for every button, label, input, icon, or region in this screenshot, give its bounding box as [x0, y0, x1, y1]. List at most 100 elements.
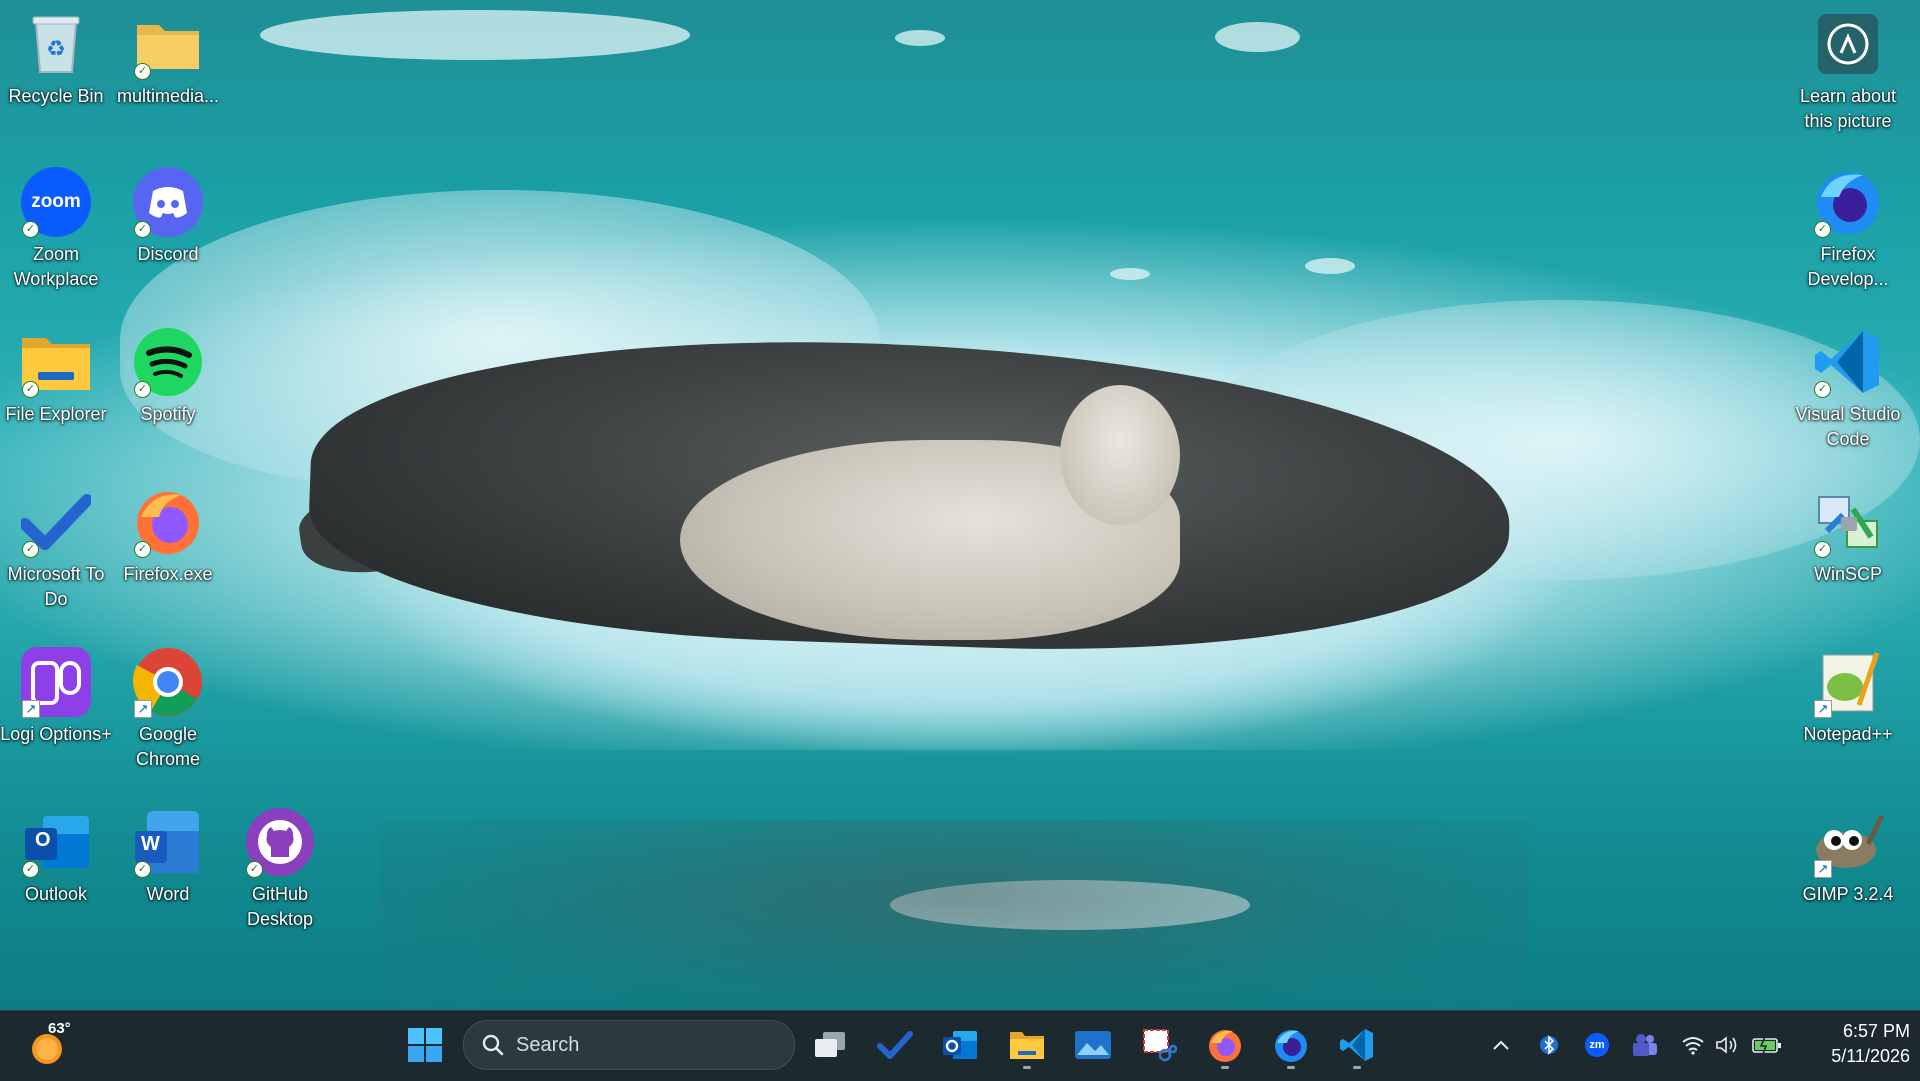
todo-icon: ✓ — [20, 486, 92, 558]
desktop-icon-github-desktop[interactable]: ✓ GitHub Desktop — [228, 806, 332, 932]
snipping-tool-icon — [1143, 1029, 1177, 1062]
windows-start-icon — [408, 1028, 442, 1062]
gimp-icon: ↗ — [1812, 806, 1884, 878]
clock-time: 6:57 PM — [1842, 1021, 1910, 1041]
sync-status-icon: ✓ — [22, 221, 39, 238]
desktop-icon-label: GitHub Desktop — [246, 884, 314, 929]
desktop-icon-firefox-exe[interactable]: ✓ Firefox.exe — [116, 486, 220, 587]
wifi-icon — [1682, 1037, 1704, 1055]
desktop-icon-notepadpp[interactable]: ↗ Notepad++ — [1796, 646, 1900, 747]
learn-picture-icon — [1812, 8, 1884, 80]
firefox-icon — [1209, 1030, 1241, 1062]
sync-status-icon: ✓ — [134, 63, 151, 80]
desktop-icon-recycle-bin[interactable]: ♻ Recycle Bin — [4, 8, 108, 109]
seal-reflection — [380, 820, 1530, 1010]
taskbar-task-view[interactable] — [805, 1020, 855, 1070]
weather-sun-icon — [32, 1034, 62, 1064]
sync-status-icon: ✓ — [134, 381, 151, 398]
shortcut-arrow-icon: ↗ — [22, 700, 40, 718]
firefox-developer-icon — [1275, 1030, 1307, 1062]
desktop-icon-label: Firefox Develop... — [1807, 244, 1889, 289]
firefox-icon: ✓ — [132, 486, 204, 558]
sync-status-icon: ✓ — [22, 541, 39, 558]
zoom-icon: zoom ✓ — [20, 166, 92, 238]
taskbar-clock[interactable]: 6:57 PM 5/11/2026 — [1790, 1019, 1910, 1069]
desktop-icon-label: Spotify — [140, 404, 196, 424]
file-explorer-icon — [1010, 1032, 1044, 1059]
shortcut-arrow-icon: ↗ — [134, 700, 152, 718]
desktop-icon-google-chrome[interactable]: ↗ Google Chrome — [116, 646, 220, 772]
taskbar-vscode[interactable] — [1332, 1020, 1382, 1070]
svg-text:♻: ♻ — [46, 37, 66, 62]
taskbar-photos[interactable] — [1068, 1020, 1118, 1070]
tray-zoom[interactable]: zm — [1582, 1030, 1612, 1060]
start-button[interactable] — [400, 1020, 450, 1070]
sync-status-icon: ✓ — [1814, 541, 1831, 558]
desktop-icon-learn-about-picture[interactable]: Learn about this picture — [1796, 8, 1900, 134]
shortcut-arrow-icon: ↗ — [1814, 860, 1832, 878]
desktop-icon-label: Discord — [137, 244, 199, 264]
search-placeholder: Search — [516, 1033, 580, 1056]
desktop-icon-multimedia-folder[interactable]: ✓ multimedia... — [116, 8, 220, 109]
seal-pup-head — [1060, 385, 1180, 525]
desktop-icon-label: Visual Studio Code — [1795, 404, 1901, 449]
ice-chunk — [1305, 258, 1355, 274]
sync-status-icon: ✓ — [22, 861, 39, 878]
taskbar-outlook[interactable] — [935, 1020, 985, 1070]
sync-status-icon: ✓ — [134, 221, 151, 238]
search-icon — [482, 1034, 504, 1056]
task-view-icon — [815, 1032, 845, 1057]
tray-teams[interactable] — [1630, 1030, 1660, 1060]
desktop-icon-file-explorer[interactable]: ✓ File Explorer — [4, 326, 108, 427]
taskbar-snipping-tool[interactable] — [1134, 1020, 1184, 1070]
tray-overflow-button[interactable] — [1486, 1030, 1516, 1060]
desktop-icon-vscode[interactable]: ✓ Visual Studio Code — [1796, 326, 1900, 452]
tray-battery[interactable] — [1752, 1030, 1782, 1060]
desktop-icon-word[interactable]: W ✓ Word — [116, 806, 220, 907]
weather-temperature: 63° — [48, 1020, 71, 1037]
desktop-icon-gimp[interactable]: ↗ GIMP 3.2.4 — [1796, 806, 1900, 907]
desktop-icon-microsoft-todo[interactable]: ✓ Microsoft To Do — [4, 486, 108, 612]
zoom-icon: zm — [1585, 1033, 1609, 1057]
tray-bluetooth[interactable] — [1534, 1030, 1564, 1060]
desktop-icon-label: GIMP 3.2.4 — [1802, 884, 1894, 904]
desktop-icon-spotify[interactable]: ✓ Spotify — [116, 326, 220, 427]
recycle-bin-icon: ♻ — [20, 8, 92, 80]
taskbar-firefox-developer[interactable] — [1266, 1020, 1316, 1070]
notepadpp-icon: ↗ — [1812, 646, 1884, 718]
desktop-icon-winscp[interactable]: ✓ WinSCP — [1796, 486, 1900, 587]
chrome-icon: ↗ — [132, 646, 204, 718]
desktop-icon-discord[interactable]: ✓ Discord — [116, 166, 220, 267]
desktop-icon-zoom[interactable]: zoom ✓ Zoom Workplace — [4, 166, 108, 292]
tray-volume[interactable] — [1712, 1030, 1742, 1060]
taskbar-firefox[interactable] — [1200, 1020, 1250, 1070]
spotify-icon: ✓ — [132, 326, 204, 398]
chevron-up-icon — [1493, 1040, 1509, 1050]
ice-chunk — [1110, 268, 1150, 280]
desktop-icon-logi-options[interactable]: ↗ Logi Options+ — [0, 646, 112, 747]
ice-chunk — [260, 10, 690, 60]
firefox-developer-icon: ✓ — [1812, 166, 1884, 238]
sync-status-icon: ✓ — [134, 541, 151, 558]
taskbar-search-box[interactable]: Search — [463, 1020, 795, 1070]
desktop-icon-label: Notepad++ — [1803, 724, 1893, 744]
vscode-icon: ✓ — [1812, 326, 1884, 398]
folder-icon: ✓ — [132, 8, 204, 80]
desktop-icon-label: Microsoft To Do — [7, 564, 105, 609]
weather-widget[interactable]: 63° — [24, 1020, 84, 1070]
desktop-icon-label: Word — [146, 884, 190, 904]
desktop-icon-outlook[interactable]: O ✓ Outlook — [4, 806, 108, 907]
desktop-icon-label: File Explorer — [5, 404, 107, 424]
taskbar-file-explorer[interactable] — [1002, 1020, 1052, 1070]
desktop-icon-label: Google Chrome — [135, 724, 201, 769]
taskbar-todo[interactable] — [870, 1020, 920, 1070]
ice-chunk — [895, 30, 945, 46]
desktop-icon-label: Firefox.exe — [123, 564, 213, 584]
outlook-icon: O ✓ — [20, 806, 92, 878]
sync-status-icon: ✓ — [22, 381, 39, 398]
bluetooth-icon — [1540, 1035, 1558, 1055]
desktop-icon-label: Recycle Bin — [8, 86, 104, 106]
desktop-icon-firefox-developer[interactable]: ✓ Firefox Develop... — [1796, 166, 1900, 292]
file-explorer-icon: ✓ — [20, 326, 92, 398]
tray-wifi[interactable] — [1678, 1030, 1708, 1060]
